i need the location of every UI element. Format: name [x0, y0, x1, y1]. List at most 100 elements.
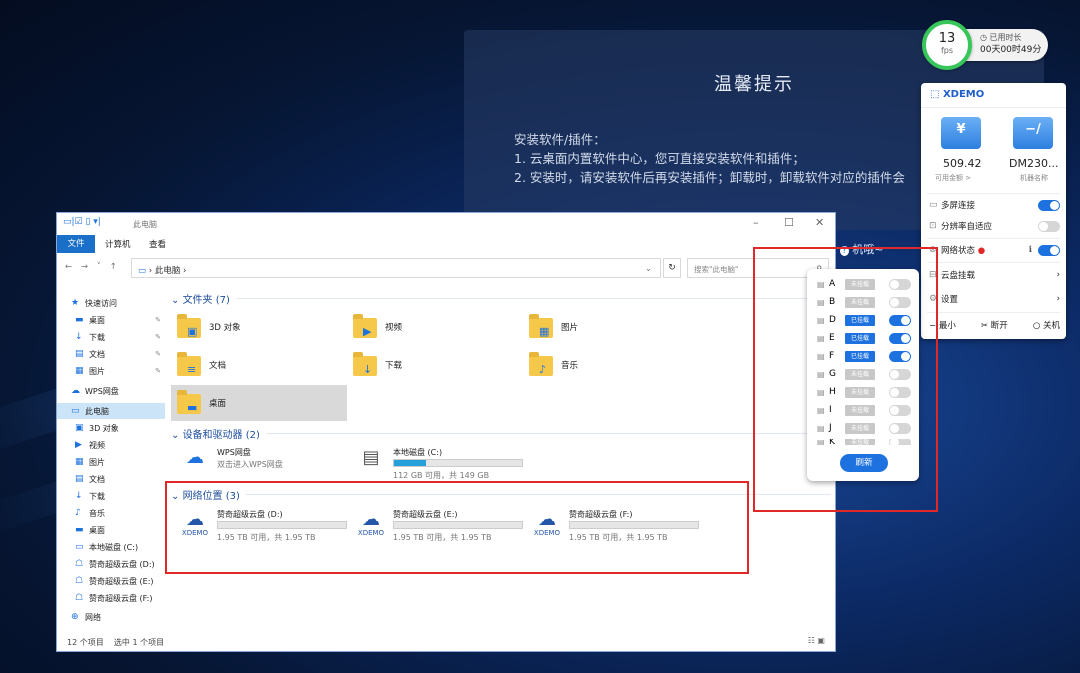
desktop-icon: ▬	[75, 525, 84, 535]
xdemo-logo-text: XDEMO	[942, 89, 985, 100]
folder-label: 下载	[385, 361, 403, 371]
cloud-drive-icon: ☖	[75, 593, 84, 603]
monitor-icon[interactable]: −/	[1013, 117, 1053, 149]
ribbon-tab-file[interactable]: 文件	[57, 235, 95, 253]
drive-icon: ▤	[362, 447, 380, 468]
multi-screen-toggle[interactable]	[1038, 199, 1060, 211]
chevron-right-icon: ›	[1056, 270, 1060, 280]
maximize-window-button[interactable]: ☐	[784, 216, 794, 229]
local-disk-c[interactable]: ▤ 本地磁盘 (C:) 112 GB 可用，共 149 GB	[353, 447, 529, 483]
folder-item[interactable]: ▣ 3D 对象	[171, 309, 347, 345]
balance-link[interactable]: 可用金额 >	[935, 173, 971, 183]
settings-row[interactable]: ⚙ 设置 ›	[929, 290, 1060, 308]
ribbon-tab-computer[interactable]: 计算机	[105, 238, 131, 250]
nav-item[interactable]: ▭ 此电脑	[57, 403, 165, 419]
nav-item[interactable]: ▣ 3D 对象	[57, 420, 165, 436]
address-bar[interactable]: ▭ › 此电脑 › ⌄	[131, 258, 661, 278]
nav-item[interactable]: ▬ 桌面 ✎	[57, 312, 165, 328]
nav-item[interactable]: ↓ 下载 ✎	[57, 329, 165, 345]
panel-actions: − 最小 ✂ 断开 ○ 关机	[929, 319, 1060, 331]
highlight-box-network	[165, 481, 749, 574]
star-icon: ★	[71, 298, 80, 308]
nav-item[interactable]: ▦ 图片	[57, 454, 165, 470]
minimize-window-button[interactable]: –	[753, 216, 759, 229]
folder-item[interactable]: ≡ 文档	[171, 347, 347, 383]
cloud-mount-label: 云盘挂载	[941, 271, 976, 281]
folder-item[interactable]: ♪ 音乐	[523, 347, 699, 383]
nav-item-label: 桌面	[89, 525, 105, 535]
multi-screen-row: ▭ 多屏连接	[929, 196, 1060, 214]
nav-item[interactable]: ▬ 桌面	[57, 522, 165, 538]
refresh-button[interactable]: ↻	[663, 258, 681, 278]
pin-icon[interactable]: ✎	[155, 316, 161, 324]
disconnect-button[interactable]: ✂ 断开	[981, 319, 1008, 331]
nav-item[interactable]: ♪ 音乐	[57, 505, 165, 521]
uptime-value: 00天00时49分	[980, 45, 1042, 55]
nav-item[interactable]: ▤ 文档	[57, 471, 165, 487]
folder-label: 文档	[209, 361, 227, 371]
nav-item-label: 下载	[89, 491, 105, 501]
folder-item[interactable]: ▬ 桌面	[171, 385, 347, 421]
local-disk-sub: 112 GB 可用，共 149 GB	[393, 471, 490, 480]
music-icon: ♪	[529, 352, 553, 378]
cloud-drive-icon: ☖	[75, 559, 84, 569]
settings-label: 设置	[941, 295, 959, 305]
nav-item[interactable]: ⊕ 网络	[57, 609, 165, 625]
chevron-down-icon[interactable]: ⌄	[645, 264, 652, 274]
video-icon: ▶	[353, 314, 377, 340]
nav-item[interactable]: ★ 快速访问	[57, 295, 165, 311]
download-icon: ↓	[75, 491, 83, 501]
pin-icon[interactable]: ✎	[155, 333, 161, 341]
folders-header[interactable]: ⌄ 文件夹 (7)	[171, 291, 831, 306]
divider	[921, 107, 1066, 108]
wallet-icon[interactable]: ¥	[941, 117, 981, 149]
nav-item[interactable]: ▤ 文档 ✎	[57, 346, 165, 362]
nav-item[interactable]: ☖ 赞奇超级云盘 (D:)	[57, 556, 165, 572]
document-icon: ▤	[75, 349, 84, 359]
ribbon-tab-view[interactable]: 查看	[149, 238, 166, 250]
video-icon: ▶	[75, 440, 82, 450]
nav-item-label: 音乐	[89, 508, 105, 518]
nav-item-label: WPS网盘	[85, 386, 119, 396]
nav-item[interactable]: ▭ 本地磁盘 (C:)	[57, 539, 165, 555]
folder-item[interactable]: ▦ 图片	[523, 309, 699, 345]
nav-item[interactable]: ☖ 赞奇超级云盘 (E:)	[57, 573, 165, 589]
cloud-icon: ☁	[71, 386, 80, 396]
folder-label: 图片	[561, 323, 579, 333]
nav-item[interactable]: ☁ WPS网盘	[57, 383, 165, 399]
machine-name: DM230...	[1009, 157, 1059, 170]
nav-item-label: 本地磁盘 (C:)	[89, 542, 139, 552]
nav-item[interactable]: ↓ 下载	[57, 488, 165, 504]
network-status-label: 网络状态 ●	[941, 246, 986, 256]
fps-meter[interactable]: 13 fps	[922, 20, 972, 70]
nav-item-label: 快速访问	[85, 298, 117, 308]
resolution-toggle[interactable]	[1038, 220, 1060, 232]
devices-header[interactable]: ⌄ 设备和驱动器 (2)	[171, 426, 831, 441]
pin-icon[interactable]: ✎	[155, 350, 161, 358]
shutdown-button[interactable]: ○ 关机	[1033, 319, 1060, 331]
window-title: 此电脑	[133, 220, 157, 229]
nav-item[interactable]: ▶ 视频	[57, 437, 165, 453]
nav-buttons[interactable]: ← → ˅ ↑	[65, 262, 120, 272]
info-icon[interactable]: ℹ	[1029, 245, 1032, 255]
folder-item[interactable]: ↓ 下载	[347, 347, 523, 383]
scissors-icon: ✂	[980, 321, 989, 331]
title-bar: ▭|☑ ▯ ▾| 此电脑 – ☐ ✕	[57, 213, 835, 235]
clock-icon: ◷	[980, 33, 987, 42]
nav-item[interactable]: ☖ 赞奇超级云盘 (F:)	[57, 590, 165, 606]
cube-icon: ▣	[75, 423, 84, 433]
xdemo-logo-icon: ⬚	[930, 89, 940, 100]
network-status-toggle[interactable]	[1038, 244, 1060, 256]
folder-item[interactable]: ▶ 视频	[347, 309, 523, 345]
balance-value: 509.42	[943, 157, 982, 170]
highlight-box-drives	[753, 247, 938, 512]
multi-screen-label: 多屏连接	[941, 201, 976, 211]
pin-icon[interactable]: ✎	[155, 367, 161, 375]
view-toggle-icon[interactable]: ☷ ▣	[808, 636, 825, 645]
close-window-button[interactable]: ✕	[815, 216, 824, 229]
wps-drive[interactable]: ☁ WPS网盘 双击进入WPS网盘	[177, 447, 353, 483]
status-dot-icon: ●	[977, 246, 986, 256]
divider	[927, 262, 1060, 263]
nav-item[interactable]: ▦ 图片 ✎	[57, 363, 165, 379]
cloud-mount-row[interactable]: ⊟ 云盘挂载 ›	[929, 266, 1060, 284]
